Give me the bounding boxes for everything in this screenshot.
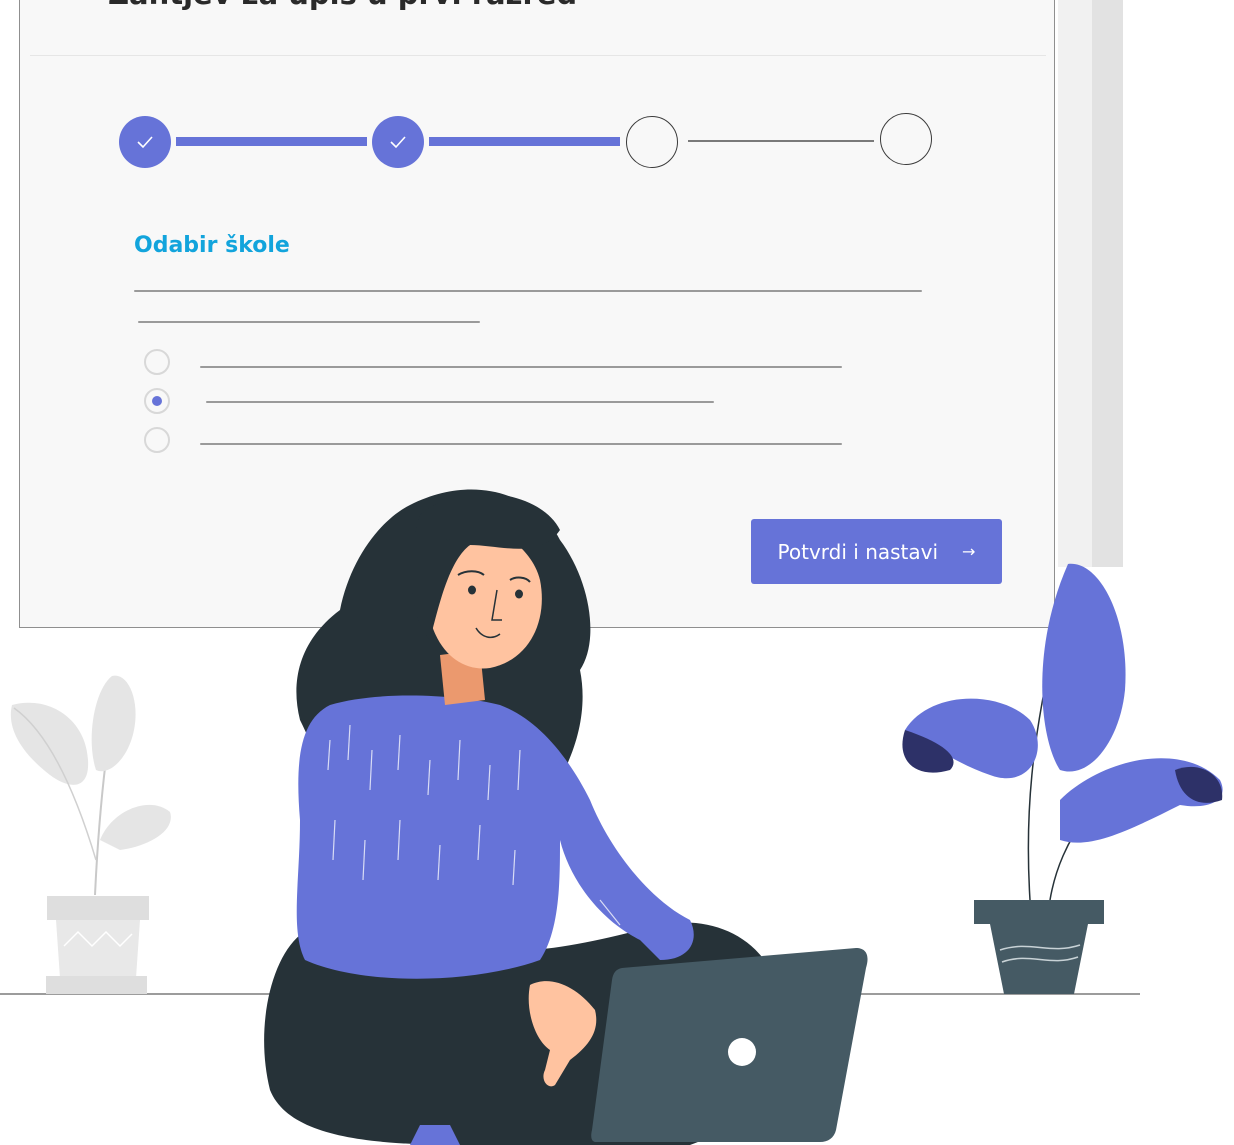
illustration — [10, 489, 1223, 1145]
person-illustration — [264, 489, 868, 1145]
left-plant-illustration — [10, 675, 171, 994]
right-plant-illustration — [902, 563, 1223, 994]
